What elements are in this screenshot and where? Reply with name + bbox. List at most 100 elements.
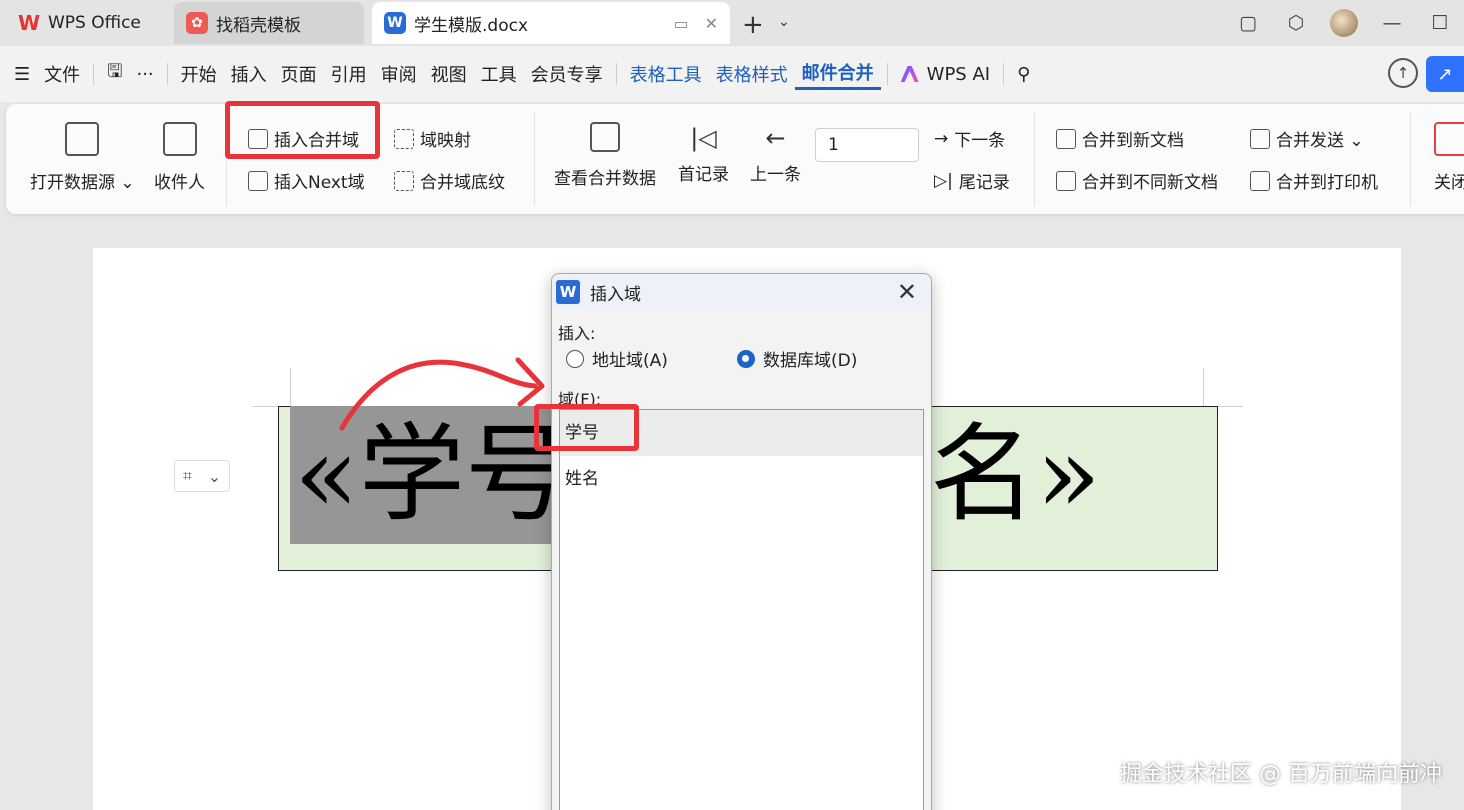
table-select-handle[interactable]: ⌗ ⌄ (174, 460, 230, 492)
table-select-icon: ⌗ (182, 466, 192, 485)
radio-address-field[interactable]: 地址域(A) (566, 346, 668, 371)
close-icon[interactable]: ✕ (897, 278, 917, 306)
share-icon[interactable]: ↗ (1426, 56, 1464, 92)
prev-record-button[interactable]: ← 上一条 (750, 126, 801, 185)
view-data-icon (590, 122, 620, 152)
chevron-down-icon: ⌄ (207, 466, 222, 486)
recipients-button[interactable]: 收件人 (154, 122, 205, 193)
menu-start[interactable]: 开始 (174, 61, 224, 87)
search-icon[interactable]: ⚲ (1010, 64, 1037, 85)
field-mapping-label: 域映射 (420, 131, 471, 151)
menu-page[interactable]: 页面 (274, 61, 324, 87)
merge-to-different-docs-button[interactable]: 合并到不同新文档 (1056, 168, 1218, 193)
merge-send-label: 合并发送 ⌄ (1276, 131, 1364, 151)
recipients-label: 收件人 (154, 173, 205, 193)
cloud-upload-icon[interactable]: ↑ (1388, 58, 1418, 88)
margin-mark (1203, 368, 1204, 406)
field-mapping-button[interactable]: 域映射 (394, 126, 471, 151)
menu-hamburger-icon[interactable]: ☰ (0, 64, 37, 85)
menu-table-tools[interactable]: 表格工具 (623, 61, 709, 87)
merge-to-different-docs-label: 合并到不同新文档 (1082, 173, 1218, 193)
first-record-label: 首记录 (678, 165, 729, 185)
next-record-button[interactable]: → 下一条 (934, 126, 1006, 152)
divider (93, 63, 95, 85)
dialog-title: 插入域 (590, 284, 641, 305)
insert-field-icon (248, 128, 268, 149)
first-record-button[interactable]: |◁ 首记录 (678, 126, 729, 185)
window-controls: ▢ ⬡ — ☐ (1224, 6, 1464, 40)
list-item[interactable]: 姓名 (560, 456, 923, 502)
tab-label: 找稻壳模板 (216, 15, 301, 36)
ribbon-divider (534, 112, 535, 206)
insert-label: 插入: (558, 324, 596, 343)
radio-database-field[interactable]: 数据库域(D) (737, 346, 857, 371)
docer-icon: ✿ (186, 12, 208, 34)
record-number-input[interactable] (815, 128, 919, 162)
send-icon (1250, 128, 1270, 149)
merge-to-new-doc-button[interactable]: 合并到新文档 (1056, 126, 1184, 151)
merge-field-name-tail[interactable]: 名» (930, 406, 1101, 544)
menu-review[interactable]: 审阅 (374, 61, 424, 87)
maximize-icon[interactable]: ☐ (1416, 6, 1464, 40)
next-record-label: 下一条 (954, 131, 1006, 151)
insert-merge-field-button[interactable]: 插入合并域 (248, 126, 359, 151)
tablet-mode-icon[interactable]: ▢ (1224, 6, 1272, 40)
view-merged-data-button[interactable]: 查看合并数据 (554, 122, 656, 189)
merge-to-new-doc-label: 合并到新文档 (1082, 131, 1184, 151)
tab-wps-office[interactable]: W WPS Office (6, 2, 164, 44)
radio-database-label: 数据库域(D) (763, 351, 858, 371)
insert-next-field-label: 插入Next域 (274, 173, 365, 193)
divider (615, 63, 617, 85)
new-tab-button[interactable]: + (742, 10, 764, 40)
title-tab-bar: W WPS Office ✿ 找稻壳模板 W 学生模版.docx ▭ ✕ + ⌄… (0, 0, 1464, 46)
field-mapping-icon (394, 128, 414, 149)
tab-current-document[interactable]: W 学生模版.docx ▭ ✕ (372, 2, 730, 44)
arrow-left-icon: ← (765, 124, 786, 152)
ribbon-divider (226, 112, 227, 206)
open-data-source-button[interactable]: 打开数据源 ⌄ (30, 122, 135, 193)
wps-ai-logo-icon (900, 66, 919, 82)
wps-logo-icon: W (17, 11, 41, 35)
menu-wps-ai[interactable]: WPS AI (894, 64, 997, 85)
last-record-icon: ▷| (934, 170, 953, 191)
margin-mark (290, 368, 291, 406)
list-item[interactable]: 学号 (560, 410, 923, 456)
menu-file[interactable]: 文件 (37, 61, 87, 87)
tab-label: WPS Office (48, 13, 141, 33)
tab-docer-templates[interactable]: ✿ 找稻壳模板 (174, 2, 364, 44)
save-icon[interactable]: 🖫 (100, 59, 129, 89)
menu-table-style[interactable]: 表格样式 (709, 61, 795, 87)
menu-mail-merge[interactable]: 邮件合并 (794, 59, 881, 90)
chevron-down-icon[interactable]: ⌄ (778, 14, 790, 30)
dialog-title-bar[interactable]: W 插入域 ✕ (552, 274, 931, 310)
word-doc-icon: W (384, 12, 406, 34)
menu-membership[interactable]: 会员专享 (524, 61, 610, 87)
menu-references[interactable]: 引用 (324, 61, 374, 87)
menu-insert[interactable]: 插入 (224, 61, 274, 87)
mail-icon (162, 122, 197, 156)
minimize-icon[interactable]: — (1368, 6, 1416, 40)
merge-to-printer-button[interactable]: 合并到打印机 (1250, 168, 1378, 193)
insert-next-field-button[interactable]: 插入Next域 (248, 168, 365, 193)
first-record-icon: |◁ (690, 124, 717, 152)
avatar[interactable] (1330, 9, 1358, 37)
menu-view[interactable]: 视图 (424, 61, 474, 87)
divider (886, 63, 888, 85)
next-field-icon (248, 170, 268, 191)
window-mode-icon[interactable]: ▭ (673, 14, 688, 33)
last-record-button[interactable]: ▷| 尾记录 (934, 168, 1010, 194)
close-tab-icon[interactable]: ✕ (705, 14, 718, 33)
shading-icon (394, 170, 414, 191)
cube-icon[interactable]: ⬡ (1272, 6, 1320, 40)
fields-listbox[interactable]: 学号 姓名 (559, 409, 924, 810)
fields-label: 域(F): (558, 390, 602, 409)
more-icon[interactable]: ··· (129, 64, 160, 85)
close-x-icon (1434, 122, 1464, 156)
menu-tools[interactable]: 工具 (474, 61, 524, 87)
merge-send-button[interactable]: 合并发送 ⌄ (1250, 126, 1364, 151)
menu-bar: ☰ 文件 🖫 ··· 开始 插入 页面 引用 审阅 视图 工具 会员专享 表格工… (0, 46, 1464, 102)
merge-to-printer-label: 合并到打印机 (1276, 173, 1378, 193)
merge-field-shading-button[interactable]: 合并域底纹 (394, 168, 505, 193)
close-merge-button[interactable]: 关闭 (1434, 122, 1464, 193)
tab-label: 学生模版.docx (414, 15, 529, 36)
